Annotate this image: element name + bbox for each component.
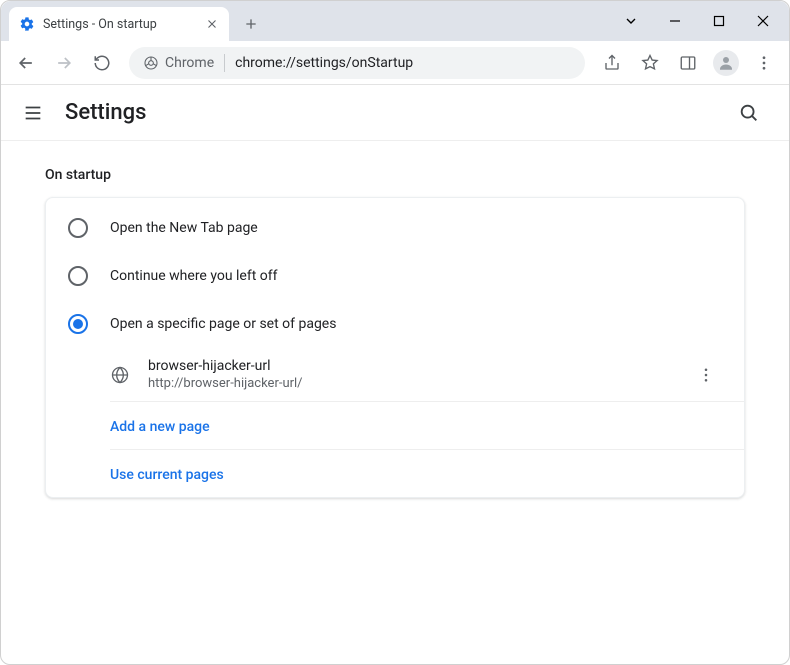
option-label: Open the New Tab page [110, 220, 258, 236]
chrome-scheme-chip: Chrome [143, 55, 214, 71]
reload-button[interactable] [85, 46, 119, 80]
profile-button[interactable] [709, 46, 743, 80]
tab-search-button[interactable] [609, 5, 653, 37]
use-current-pages-link[interactable]: Use current pages [110, 467, 224, 483]
url-text: chrome://settings/onStartup [235, 55, 413, 71]
specific-pages-sub: browser-hijacker-url http://browser-hija… [46, 348, 744, 497]
scheme-label: Chrome [165, 55, 214, 71]
startup-card: Open the New Tab page Continue where you… [45, 197, 745, 498]
toolbar: Chrome chrome://settings/onStartup [1, 41, 789, 85]
radio-icon [68, 266, 88, 286]
tab-strip: Settings - On startup [1, 1, 789, 41]
tab-title: Settings - On startup [43, 17, 197, 32]
option-continue[interactable]: Continue where you left off [46, 252, 744, 300]
page-actions-button[interactable] [690, 359, 722, 391]
add-new-page-row[interactable]: Add a new page [110, 401, 744, 449]
new-tab-button[interactable] [237, 10, 265, 38]
use-current-pages-row[interactable]: Use current pages [110, 449, 744, 497]
add-new-page-link[interactable]: Add a new page [110, 419, 210, 435]
option-specific-pages[interactable]: Open a specific page or set of pages [46, 300, 744, 348]
startup-page-url: http://browser-hijacker-url/ [148, 376, 672, 391]
settings-content: On startup Open the New Tab page Continu… [1, 141, 789, 528]
bookmark-icon[interactable] [633, 46, 667, 80]
browser-tab[interactable]: Settings - On startup [9, 7, 229, 41]
side-panel-icon[interactable] [671, 46, 705, 80]
section-title: On startup [45, 167, 745, 183]
chrome-menu-button[interactable] [747, 46, 781, 80]
share-icon[interactable] [595, 46, 629, 80]
back-button[interactable] [9, 46, 43, 80]
close-window-button[interactable] [741, 5, 785, 37]
search-button[interactable] [729, 93, 769, 133]
gear-icon [19, 16, 35, 32]
settings-header: Settings [1, 85, 789, 141]
omnibox-divider [224, 54, 225, 72]
page-title: Settings [65, 100, 146, 125]
window-controls [609, 1, 785, 41]
avatar-icon [713, 50, 739, 76]
option-label: Open a specific page or set of pages [110, 316, 336, 332]
globe-icon [110, 365, 130, 385]
option-new-tab[interactable]: Open the New Tab page [46, 204, 744, 252]
startup-page-row: browser-hijacker-url http://browser-hija… [110, 348, 744, 401]
menu-icon[interactable] [21, 101, 45, 125]
radio-icon [68, 314, 88, 334]
startup-page-name: browser-hijacker-url [148, 358, 672, 374]
address-bar[interactable]: Chrome chrome://settings/onStartup [129, 47, 585, 79]
minimize-button[interactable] [653, 5, 697, 37]
radio-icon [68, 218, 88, 238]
forward-button[interactable] [47, 46, 81, 80]
option-label: Continue where you left off [110, 268, 278, 284]
maximize-button[interactable] [697, 5, 741, 37]
close-tab-icon[interactable] [205, 17, 219, 31]
page-info: browser-hijacker-url http://browser-hija… [148, 358, 672, 391]
